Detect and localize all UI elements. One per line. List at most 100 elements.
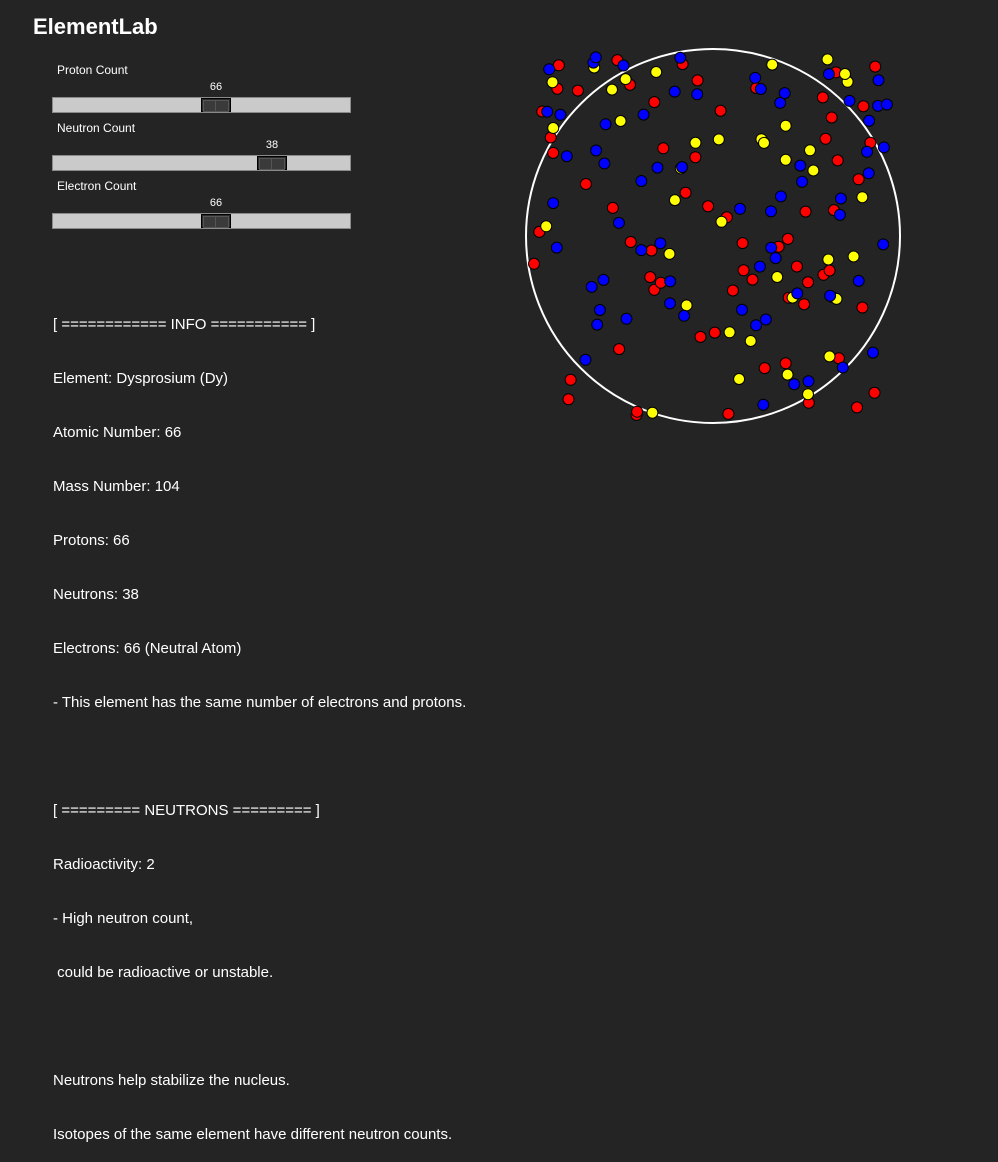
proton-particle [708,326,721,339]
proton-particle [694,330,707,343]
atom-visualization [525,48,901,424]
proton-particle [564,373,577,386]
neutron-particle [614,115,627,127]
neutron-particle [540,220,553,233]
electron-particle [802,375,815,388]
neutron-note-line-1: - High neutron count, [53,910,194,927]
proton-particle [645,244,658,257]
electron-particle [674,51,687,64]
proton-particle [781,232,794,245]
proton-particle [816,91,829,104]
electron-particle [769,252,782,265]
electron-particle [788,378,801,391]
electron-particle [774,190,787,203]
electron-particle [635,175,648,187]
proton-particle [613,343,626,356]
neutron-particle [619,73,632,86]
electron-particle [664,275,677,288]
footer-line-2: Isotopes of the same element have differ… [53,1126,453,1143]
electron-particle [678,309,691,322]
electron-particle [877,141,890,154]
proton-particle [779,357,792,370]
proton-particle [624,236,637,248]
neutron-particle [856,191,869,204]
proton-particle [758,362,771,375]
electron-particle [541,105,554,118]
neutron-particle [804,144,816,157]
proton-particle [823,264,836,277]
proton-particle [679,186,692,199]
neutron-particle [733,373,746,385]
electron-particle [676,161,689,174]
proton-particle [857,100,870,113]
electron-particle [579,353,592,366]
proton-particle [726,284,739,297]
neutron-particle [668,194,681,207]
neutron-particle [822,253,835,266]
electron-particle [822,68,835,81]
electron-particle [867,346,879,359]
radioactivity: Radioactivity: 2 [53,856,155,873]
proton-particle [856,301,869,314]
proton-particle [689,151,702,164]
proton-particle [819,132,832,145]
proton-particle [869,60,882,73]
electron-particle [862,167,875,180]
particles-layer [528,51,893,421]
electron-particle [843,94,856,107]
neutron-particle [712,133,725,146]
electron-particle [794,159,807,172]
electron-particle [877,238,890,251]
neutron-particle [723,326,736,339]
neutron-particle [807,164,820,177]
neutron-particle [802,388,814,401]
neutron-particle [715,215,728,228]
electron-particle [836,361,849,374]
neutron-particle [779,119,792,132]
proton-particle [714,104,727,117]
neutron-particle [646,406,659,419]
neutron-particle [847,250,860,263]
electron-particle [765,241,778,254]
electron-particle [651,161,664,174]
electron-particle [591,318,604,331]
proton-particle [562,393,575,406]
proton-particle [606,201,619,214]
electron-particle [668,85,681,98]
proton-particle [798,298,811,311]
neutron-particle [766,58,779,71]
proton-particle [852,173,865,186]
neutrons-header: [ ========= NEUTRONS ========= ] [53,802,320,819]
electron-particle [617,59,630,72]
proton-particle [631,405,644,418]
electron-particle [734,202,746,215]
electron-particle [759,313,772,326]
electron-particle [757,398,770,411]
electron-particle [612,216,625,229]
neutron-particle [758,136,770,149]
electron-particle [635,244,648,257]
electron-particle [872,74,885,87]
proton-particle [702,200,715,213]
proton-particle [799,205,812,218]
electron-particle [590,144,603,157]
neutron-particle [781,368,794,381]
electron-particle [750,319,763,332]
proton-particle [851,401,863,414]
electron-particle [691,88,704,101]
electron-particle [834,192,847,205]
neutron-particle [823,350,836,363]
electron-particle [620,312,633,325]
electron-particle [560,150,573,163]
electron-particle [550,241,563,254]
neutron-note-line-2: could be radioactive or unstable. [53,964,274,981]
neutron-particle [547,122,560,134]
proton-particle [802,276,814,289]
electron-particle [585,280,598,293]
charge-note: - This element has the same number of el… [53,694,467,711]
electron-particle [598,157,611,170]
electron-particle [796,175,809,188]
neutron-particle [546,76,559,89]
neutron-particle [821,53,834,66]
proton-particle [691,74,704,87]
